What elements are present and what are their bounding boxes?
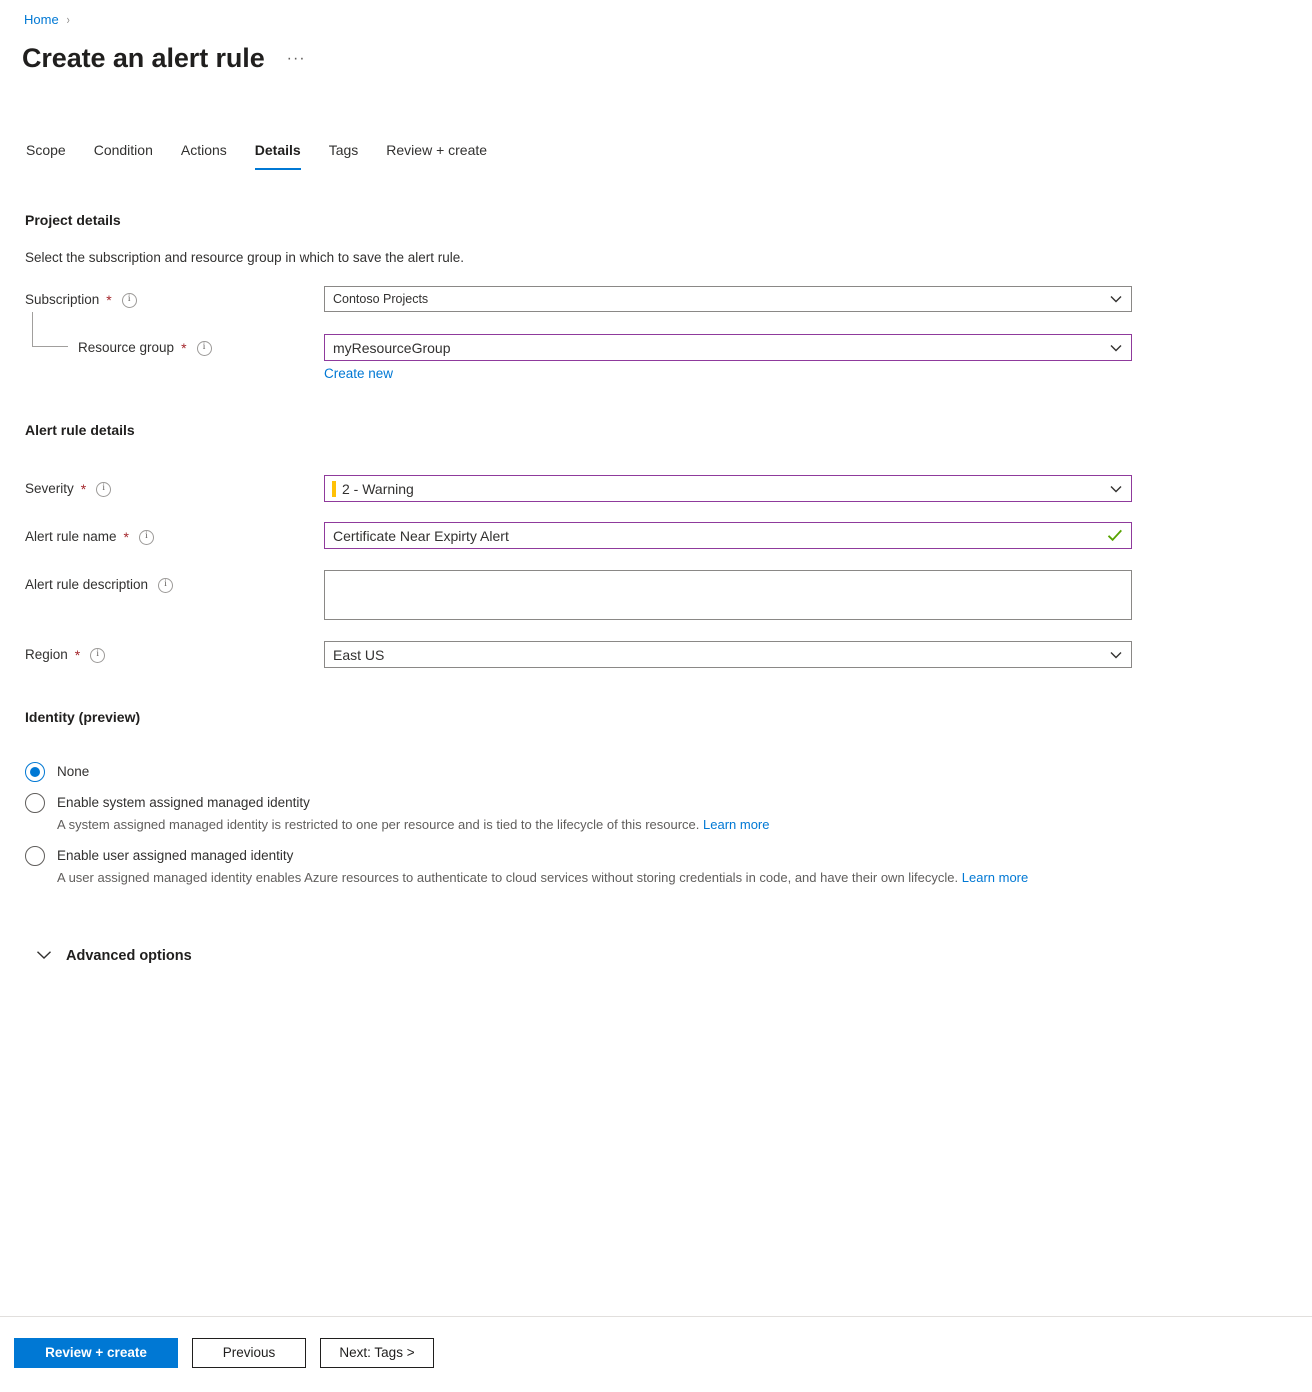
required-asterisk: * [181,342,186,354]
subscription-value: Contoso Projects [325,292,1101,306]
user-assigned-help-text: A user assigned managed identity enables… [57,870,958,885]
alert-rule-name-label: Alert rule name * i [25,527,154,547]
region-label-text: Region [25,645,68,665]
footer-actions: Review + create Previous Next: Tags > [14,1338,434,1368]
more-menu-icon[interactable]: ··· [287,50,306,76]
resource-group-label-text: Resource group [78,338,174,358]
subscription-dropdown[interactable]: Contoso Projects [324,286,1132,312]
tab-details[interactable]: Details [241,140,315,170]
chevron-down-icon[interactable] [1101,295,1131,303]
advanced-options-toggle[interactable]: Advanced options [36,946,192,966]
title-row: Create an alert rule ··· [22,40,306,76]
alert-rule-description-textarea[interactable] [324,570,1132,620]
valid-check-icon [1099,529,1131,542]
radio-none[interactable] [25,762,45,782]
required-asterisk: * [75,649,80,661]
system-assigned-learn-more-link[interactable]: Learn more [703,817,769,832]
severity-label: Severity * i [25,479,111,499]
next-tags-button[interactable]: Next: Tags > [320,1338,434,1368]
advanced-options-label[interactable]: Advanced options [66,946,192,966]
create-new-resource-group-link[interactable]: Create new [324,365,393,383]
system-assigned-help-text: A system assigned managed identity is re… [57,817,699,832]
required-asterisk: * [106,294,111,306]
breadcrumb-home-link[interactable]: Home [24,10,59,30]
chevron-right-icon: › [66,10,69,30]
footer-divider [0,1316,1312,1317]
create-new-link-text[interactable]: Create new [324,366,393,381]
chevron-down-icon[interactable] [36,947,52,965]
subscription-label: Subscription * i [25,290,137,310]
resource-group-value: myResourceGroup [325,340,1101,356]
identity-option-user-assigned-help: A user assigned managed identity enables… [57,867,1077,888]
identity-option-none[interactable]: None [25,762,89,782]
info-icon[interactable]: i [122,293,137,308]
info-icon[interactable]: i [158,578,173,593]
tab-review-create[interactable]: Review + create [372,140,501,170]
info-icon[interactable]: i [197,341,212,356]
severity-dropdown[interactable]: 2 - Warning [324,475,1132,502]
required-asterisk: * [81,483,86,495]
alert-rule-name-input[interactable]: Certificate Near Expirty Alert [324,522,1132,549]
alert-rule-name-value: Certificate Near Expirty Alert [325,528,1099,544]
info-icon[interactable]: i [96,482,111,497]
create-alert-rule-page: Home › Create an alert rule ··· Scope Co… [0,0,1312,1392]
identity-option-system-assigned-label[interactable]: Enable system assigned managed identity [57,793,310,813]
radio-system-assigned[interactable] [25,793,45,813]
subscription-label-text: Subscription [25,290,99,310]
tab-actions[interactable]: Actions [167,140,241,170]
alert-rule-description-label-text: Alert rule description [25,575,148,595]
resource-group-label: Resource group * i [78,338,212,358]
page-title: Create an alert rule [22,40,265,76]
review-create-button[interactable]: Review + create [14,1338,178,1368]
resource-group-dropdown[interactable]: myResourceGroup [324,334,1132,361]
chevron-down-icon[interactable] [1101,344,1131,352]
tab-condition[interactable]: Condition [80,140,167,170]
alert-rule-details-heading: Alert rule details [25,420,135,440]
required-asterisk: * [124,531,129,543]
identity-option-user-assigned-label[interactable]: Enable user assigned managed identity [57,846,293,866]
info-icon[interactable]: i [139,530,154,545]
tab-tags[interactable]: Tags [315,140,373,170]
project-details-description: Select the subscription and resource gro… [25,248,464,268]
identity-heading: Identity (preview) [25,707,140,727]
chevron-down-icon[interactable] [1101,651,1131,659]
user-assigned-learn-more-link[interactable]: Learn more [962,870,1028,885]
wizard-tabs: Scope Condition Actions Details Tags Rev… [22,140,501,170]
region-dropdown[interactable]: East US [324,641,1132,668]
severity-value: 2 - Warning [336,481,1101,497]
tab-scope[interactable]: Scope [22,140,80,170]
region-value: East US [325,647,1101,663]
chevron-down-icon[interactable] [1101,485,1131,493]
radio-user-assigned[interactable] [25,846,45,866]
info-icon[interactable]: i [90,648,105,663]
identity-option-none-label[interactable]: None [57,762,89,782]
alert-rule-name-label-text: Alert rule name [25,527,117,547]
alert-rule-description-label: Alert rule description i [25,575,173,595]
identity-option-system-assigned-help: A system assigned managed identity is re… [57,814,1117,835]
breadcrumb: Home › [24,10,70,30]
previous-button[interactable]: Previous [192,1338,306,1368]
identity-option-system-assigned[interactable]: Enable system assigned managed identity [25,793,310,813]
severity-label-text: Severity [25,479,74,499]
region-label: Region * i [25,645,105,665]
project-details-heading: Project details [25,210,121,230]
identity-option-user-assigned[interactable]: Enable user assigned managed identity [25,846,293,866]
tree-connector [32,312,68,347]
